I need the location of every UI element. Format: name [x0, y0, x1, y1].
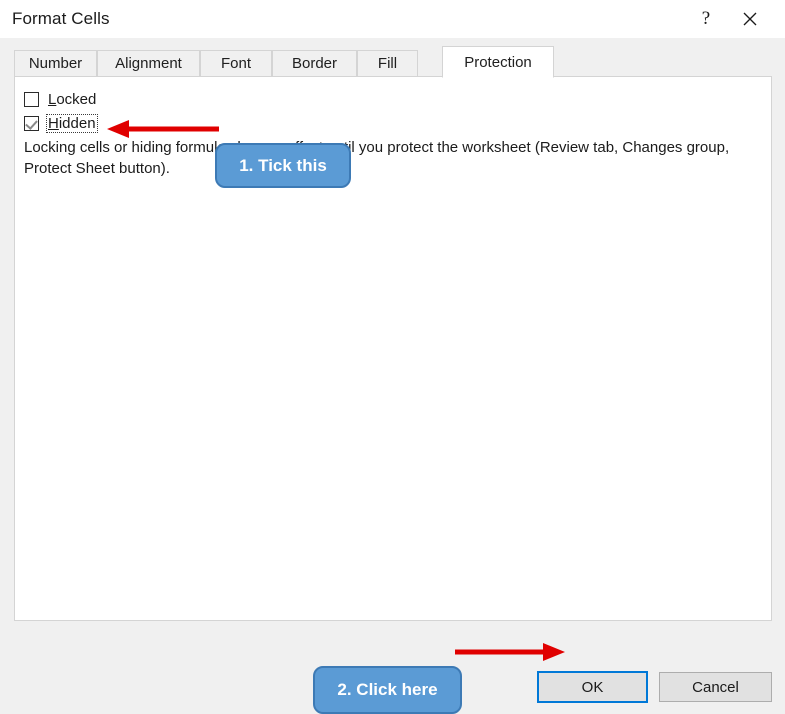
- ok-button[interactable]: OK: [537, 671, 648, 703]
- title-bar: Format Cells ?: [0, 0, 785, 39]
- help-icon[interactable]: ?: [683, 0, 729, 38]
- locked-label-rest: ocked: [56, 90, 97, 108]
- close-icon[interactable]: [727, 0, 773, 38]
- callout-tick-this: 1. Tick this: [215, 143, 351, 188]
- hidden-label: Hidden: [46, 113, 98, 133]
- tab-font[interactable]: Font: [200, 50, 272, 76]
- tab-alignment[interactable]: Alignment: [97, 50, 200, 76]
- arrow-to-ok-button: [455, 643, 565, 661]
- tab-border[interactable]: Border: [272, 50, 357, 76]
- callout-click-here: 2. Click here: [313, 666, 462, 714]
- locked-checkbox[interactable]: [24, 91, 39, 107]
- cancel-button[interactable]: Cancel: [659, 672, 772, 702]
- tab-protection[interactable]: Protection: [442, 46, 554, 78]
- tab-fill[interactable]: Fill: [357, 50, 418, 76]
- protection-description: Locking cells or hiding formulas has no …: [24, 139, 730, 177]
- window-title: Format Cells: [12, 9, 110, 28]
- hidden-checkbox[interactable]: [24, 115, 39, 131]
- protection-panel: Locked Hidden Locking cells or hiding fo…: [14, 76, 772, 621]
- checkbox-row-hidden[interactable]: Hidden: [24, 112, 98, 134]
- hidden-label-rest: idden: [58, 114, 96, 132]
- tab-number[interactable]: Number: [14, 50, 97, 76]
- hidden-accesskey: H: [48, 114, 59, 132]
- checkbox-row-locked[interactable]: Locked: [24, 88, 98, 110]
- arrow-to-hidden-checkbox: [107, 120, 219, 138]
- locked-label: Locked: [46, 90, 98, 109]
- tab-strip: Number Alignment Font Border Fill Protec…: [14, 46, 772, 78]
